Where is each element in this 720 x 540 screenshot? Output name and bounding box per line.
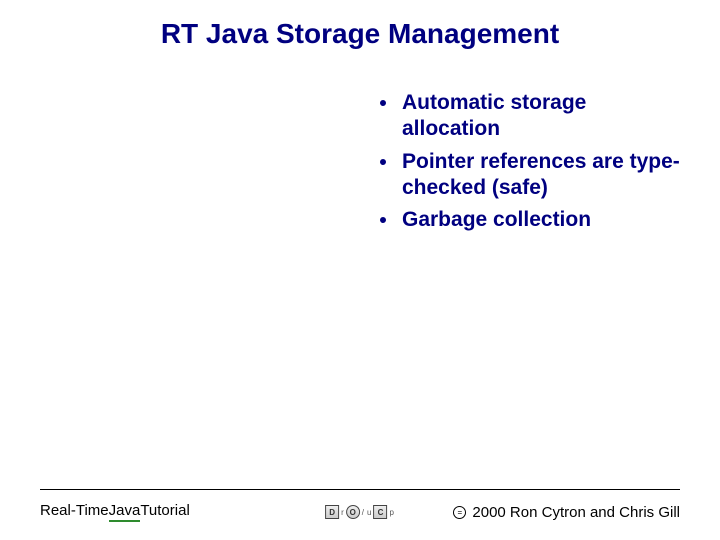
bullet-icon bbox=[380, 217, 386, 223]
list-item: Garbage collection bbox=[380, 207, 690, 233]
list-item: Pointer references are type-checked (saf… bbox=[380, 149, 690, 202]
list-item: Automatic storage allocation bbox=[380, 90, 690, 143]
logo-small: / bbox=[362, 508, 364, 517]
logo-small: p bbox=[389, 508, 393, 517]
slide-title: RT Java Storage Management bbox=[0, 18, 720, 50]
footer: Real-Time Java Tutorial D r O / u C p = … bbox=[40, 502, 680, 522]
doc-logo: D r O / u C p bbox=[325, 505, 395, 519]
bullet-icon bbox=[380, 100, 386, 106]
bullet-text: Pointer references are type-checked (saf… bbox=[402, 149, 690, 202]
copyright-icon: = bbox=[453, 506, 466, 519]
logo-letter: O bbox=[346, 505, 360, 519]
footer-text: Tutorial bbox=[140, 502, 189, 519]
divider bbox=[40, 489, 680, 490]
bullet-text: Automatic storage allocation bbox=[402, 90, 690, 143]
copyright-text: 2000 Ron Cytron and Chris Gill bbox=[472, 504, 680, 521]
logo-small: r bbox=[341, 508, 344, 517]
logo-letter: D bbox=[325, 505, 339, 519]
bullet-icon bbox=[380, 159, 386, 165]
bullet-list: Automatic storage allocation Pointer ref… bbox=[380, 90, 690, 239]
bullet-text: Garbage collection bbox=[402, 207, 591, 233]
footer-java-link: Java bbox=[109, 502, 141, 522]
logo-small: u bbox=[367, 508, 371, 517]
footer-left: Real-Time Java Tutorial bbox=[40, 502, 190, 522]
logo-letter: C bbox=[373, 505, 387, 519]
footer-text: Real-Time bbox=[40, 502, 109, 519]
footer-right: = 2000 Ron Cytron and Chris Gill bbox=[453, 504, 680, 521]
